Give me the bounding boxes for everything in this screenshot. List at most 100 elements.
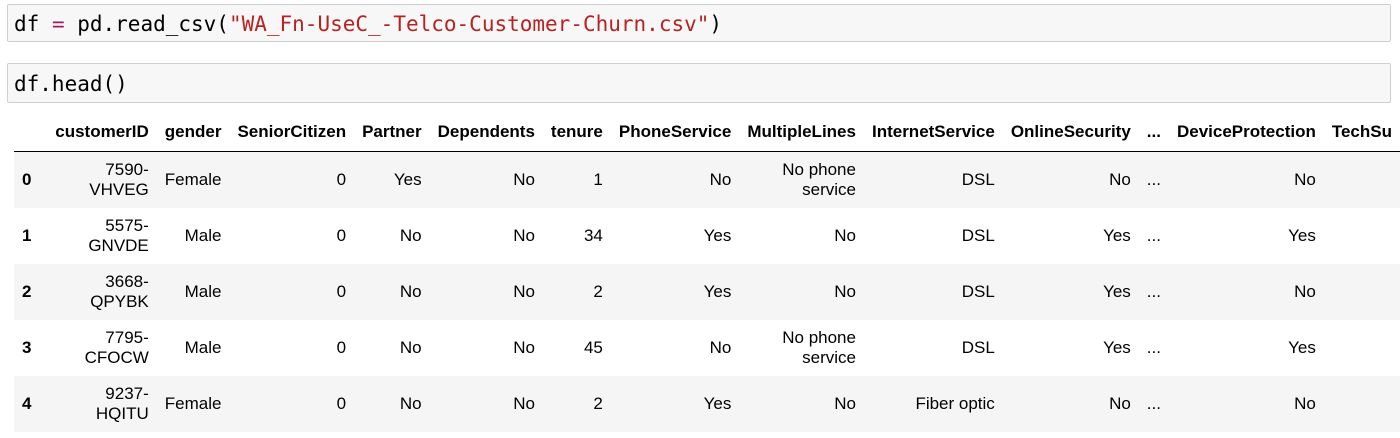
column-header: PhoneService (610, 112, 740, 152)
code-token: df (14, 12, 40, 36)
code-token: = (39, 12, 78, 36)
table-header-row: customerID gender SeniorCitizen Partner Depe… (14, 112, 1400, 152)
table-cell: ... (1146, 225, 1161, 245)
column-header: gender (156, 112, 230, 152)
table-cell: Female (164, 393, 222, 413)
table-cell: No (834, 393, 856, 413)
column-header: DeviceProtection (1168, 112, 1324, 152)
table-cell: No (1294, 281, 1316, 301)
table-cell: 3668-QPYBK (90, 271, 149, 311)
table-cell (1324, 152, 1400, 208)
table-cell (1324, 208, 1400, 264)
column-header: MultipleLines (739, 112, 864, 152)
table-cell: Yes (1103, 281, 1131, 301)
column-header: InternetService (863, 112, 1003, 152)
column-header: customerID (47, 112, 157, 152)
column-header: Partner (354, 112, 430, 152)
table-cell: Yes (703, 281, 732, 301)
table-cell: Yes (1288, 225, 1316, 245)
table-cell: 2 (593, 393, 603, 413)
table-row: 3 7795-CFOCW Male 0 No No 45 No No phone service… (14, 319, 1400, 376)
table-cell: No phone service (782, 159, 856, 199)
table-cell: Male (184, 225, 222, 245)
table-cell: No (513, 225, 535, 245)
table-cell: Yes (703, 393, 732, 413)
row-index: 4 (22, 393, 32, 413)
column-header: ... (1138, 112, 1169, 152)
table-cell: 2 (593, 281, 603, 301)
column-header: SeniorCitizen (229, 112, 355, 152)
table-cell: Female (164, 169, 222, 189)
table-cell: No (1109, 169, 1131, 189)
table-cell: DSL (961, 169, 995, 189)
table-cell: No (709, 169, 732, 189)
table-cell: 0 (336, 169, 347, 189)
index-header (14, 112, 48, 152)
dataframe-output: customerID gender SeniorCitizen Partner Depe… (14, 112, 1400, 438)
table-row: 1 5575-GNVDE Male 0 No No 34 Yes No DSL Yes... Yes (14, 207, 1400, 264)
column-header: OnlineSecurity (1002, 112, 1139, 152)
table-cell: 0 (336, 393, 347, 413)
row-index: 2 (22, 281, 32, 301)
table-cell: ... (1146, 393, 1161, 413)
table-cell: 5575-GNVDE (88, 215, 149, 255)
table-cell: No (513, 393, 535, 413)
code-token: pd.read_csv( (77, 12, 229, 36)
table-cell: 7590-VHVEG (89, 159, 149, 199)
table-cell: 7795-CFOCW (84, 327, 149, 367)
table-cell: No (513, 337, 535, 357)
table-cell: Yes (1103, 225, 1131, 245)
table-cell: No (834, 281, 856, 301)
code-token: df.head() (14, 72, 128, 96)
row-index: 1 (22, 225, 32, 245)
table-cell: 9237-HQITU (95, 383, 149, 423)
column-header: TechSu (1323, 112, 1400, 152)
table-cell: 0 (336, 281, 347, 301)
table-cell: No phone service (782, 327, 856, 367)
table-cell: 45 (583, 337, 603, 357)
code-token: "WA_Fn-UseC_-Telco-Customer-Churn.csv" (228, 12, 710, 36)
code-cell-read-csv[interactable]: df = pd.read_csv("WA_Fn-UseC_-Telco-Cust… (7, 4, 1391, 42)
table-cell (1324, 320, 1400, 376)
column-header: tenure (542, 112, 611, 152)
table-cell: 1 (593, 169, 603, 189)
code-cell-head[interactable]: df.head() (7, 63, 1391, 103)
table-cell: 34 (583, 225, 603, 245)
table-cell: DSL (961, 281, 995, 301)
table-cell (1324, 264, 1400, 320)
row-index: 0 (22, 169, 32, 189)
table-cell: DSL (961, 337, 995, 357)
table-cell: No (1294, 169, 1316, 189)
table-cell: Yes (1103, 337, 1131, 357)
table-cell: No (834, 225, 856, 245)
table-cell: 0 (336, 337, 347, 357)
table-row: 2 3668-QPYBK Male 0 No No 2 Yes No DSL Yes... No (14, 263, 1400, 320)
table-cell: ... (1146, 337, 1161, 357)
table-cell: No (399, 337, 422, 357)
table-cell: No (513, 281, 535, 301)
column-header: Dependents (429, 112, 543, 152)
table-cell: Yes (1288, 337, 1316, 357)
table-row: 0 7590-VHVEG Female 0 Yes No 1 No No phone servi… (14, 151, 1400, 208)
table-cell: No (399, 281, 422, 301)
table-cell: No (399, 225, 422, 245)
table-cell: No (709, 337, 732, 357)
row-index: 3 (22, 337, 32, 357)
table-cell: Male (184, 281, 222, 301)
table-cell: DSL (961, 225, 995, 245)
table-cell: ... (1146, 281, 1161, 301)
table-cell: No (513, 169, 535, 189)
table-cell: Yes (393, 169, 422, 189)
table-cell: Yes (703, 225, 732, 245)
table-row: 4 9237-HQITU Female 0 No No 2 Yes No Fiber optic N… (14, 375, 1400, 432)
code-token: ) (709, 12, 723, 36)
table-cell: No (1294, 393, 1316, 413)
table-cell: No (399, 393, 422, 413)
table-cell: Fiber optic (915, 393, 995, 413)
table-cell (1324, 376, 1400, 432)
table-cell: Male (184, 337, 222, 357)
table-cell: ... (1146, 169, 1161, 189)
dataframe-table: customerID gender SeniorCitizen Partner Depe… (14, 112, 1400, 432)
table-cell: 0 (336, 225, 347, 245)
table-cell: No (1109, 393, 1131, 413)
